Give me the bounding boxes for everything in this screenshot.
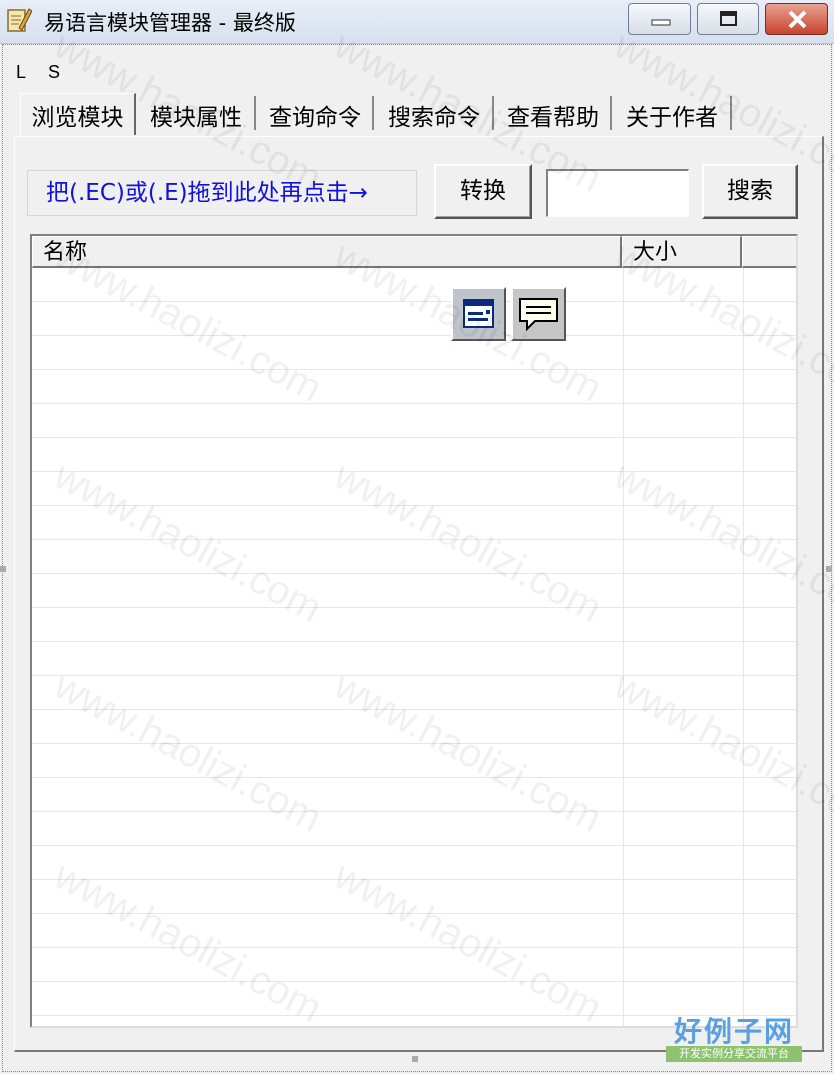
close-icon: [788, 10, 807, 29]
brand-subtitle: 开发实例分享交流平台: [666, 1046, 802, 1062]
column-separator: [623, 268, 624, 1026]
drop-hint-label[interactable]: 把(.EC)或(.E)拖到此处再点击→: [27, 170, 417, 216]
maximize-icon: [720, 11, 737, 26]
resize-handle-bottom[interactable]: [412, 1056, 418, 1062]
minimize-button[interactable]: [628, 3, 691, 35]
resize-handle-right[interactable]: [826, 566, 832, 572]
window-form-icon: [463, 299, 494, 328]
module-list[interactable]: 名称 大小: [30, 234, 798, 1028]
tab-query-commands[interactable]: 查询命令: [258, 96, 374, 131]
window-title: 易语言模块管理器 - 最终版: [44, 11, 296, 35]
window-form-control[interactable]: [451, 287, 506, 341]
speech-bubble-control[interactable]: [511, 287, 566, 341]
title-bar[interactable]: 易语言模块管理器 - 最终版: [0, 0, 834, 44]
brand-logo: 好例子网 开发实例分享交流平台: [664, 1010, 804, 1066]
tab-search-commands[interactable]: 搜索命令: [376, 96, 494, 131]
column-separator: [743, 268, 744, 1026]
resize-handle-left[interactable]: [0, 566, 6, 572]
menu-item-l[interactable]: L: [16, 62, 26, 83]
search-input[interactable]: [546, 169, 689, 217]
menu-item-s[interactable]: S: [48, 62, 60, 83]
speech-bubble-icon: [519, 298, 558, 332]
close-button[interactable]: [765, 3, 828, 35]
tab-strip: 浏览模块 模块属性 查询命令 搜索命令 查看帮助 关于作者: [14, 93, 824, 137]
column-header-extra[interactable]: [742, 236, 796, 268]
list-header: 名称 大小: [32, 236, 796, 268]
tab-about-author[interactable]: 关于作者: [614, 96, 732, 131]
tab-browse-modules[interactable]: 浏览模块: [20, 93, 136, 135]
maximize-button[interactable]: [697, 3, 759, 35]
tab-module-properties[interactable]: 模块属性: [138, 96, 256, 131]
convert-button[interactable]: 转换: [434, 164, 532, 219]
column-header-name[interactable]: 名称: [32, 236, 622, 268]
list-body[interactable]: [32, 268, 796, 1026]
search-button[interactable]: 搜索: [702, 164, 798, 219]
minimize-icon: [651, 19, 671, 26]
tab-view-help[interactable]: 查看帮助: [496, 96, 612, 131]
brand-title: 好例子网: [673, 1015, 794, 1048]
notepad-pen-icon: [6, 6, 33, 34]
column-header-size[interactable]: 大小: [622, 236, 742, 268]
